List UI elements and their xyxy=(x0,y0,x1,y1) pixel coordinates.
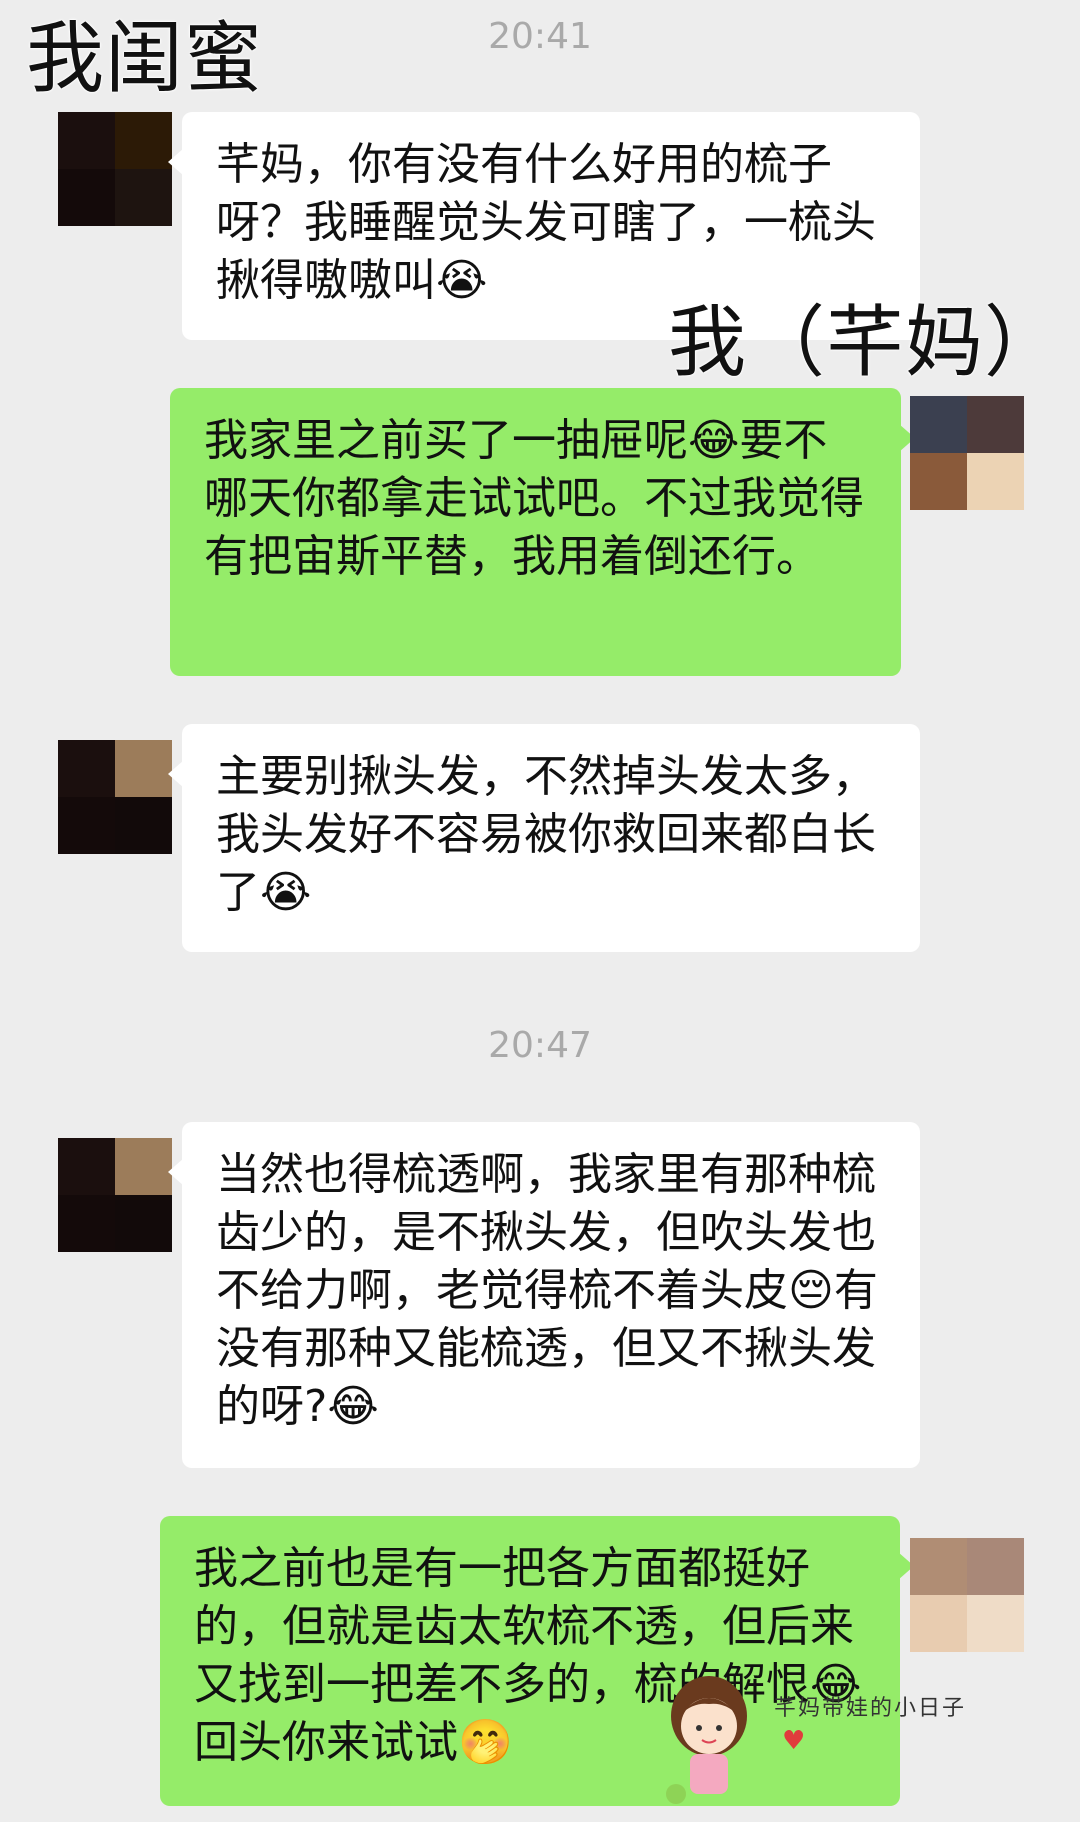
message-text: 当然也得梳透啊，我家里有那种梳齿少的，是不揪头发，但吹头发也不给力啊，老觉得梳不… xyxy=(216,1149,878,1432)
friend-avatar[interactable] xyxy=(58,112,172,226)
heart-icon: ♥ xyxy=(782,1726,806,1756)
message-bubble-outgoing[interactable]: 我家里之前买了一抽屉呢😂要不哪天你都拿走试试吧。不过我觉得有把宙斯平替，我用着倒… xyxy=(170,388,915,676)
message-bubble-incoming[interactable]: 当然也得梳透啊，我家里有那种梳齿少的，是不揪头发，但吹头发也不给力啊，老觉得梳不… xyxy=(168,1122,920,1468)
friend-label: 我闺蜜 xyxy=(26,14,264,104)
message-text: 主要别揪头发，不然掉头发太多，我头发好不容易被你救回来都白长了😭 xyxy=(216,751,876,918)
cartoon-girl-icon xyxy=(666,1676,747,1804)
my-avatar[interactable] xyxy=(910,1538,1024,1652)
watermark: 芊妈带娃的小日子 ♥ xyxy=(654,1668,994,1818)
friend-avatar[interactable] xyxy=(58,740,172,854)
me-label: 我（芊妈） xyxy=(668,298,1064,388)
timestamp: 20:47 xyxy=(488,1025,592,1066)
my-avatar[interactable] xyxy=(910,396,1024,510)
watermark-text: 芊妈带娃的小日子 xyxy=(774,1696,967,1721)
message-text: 芊妈，你有没有什么好用的梳子呀？我睡醒觉头发可瞎了，一梳头揪得嗷嗷叫😭 xyxy=(216,139,876,306)
friend-avatar[interactable] xyxy=(58,1138,172,1252)
message-text: 我家里之前买了一抽屉呢😂要不哪天你都拿走试试吧。不过我觉得有把宙斯平替，我用着倒… xyxy=(204,415,864,582)
message-bubble-incoming[interactable]: 主要别揪头发，不然掉头发太多，我头发好不容易被你救回来都白长了😭 xyxy=(168,724,920,952)
